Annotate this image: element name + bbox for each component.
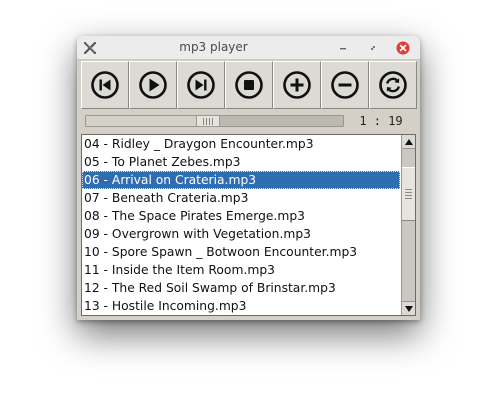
skip-previous-icon (91, 71, 119, 99)
list-item[interactable]: 04 - Ridley _ Draygon Encounter.mp3 (82, 135, 400, 153)
list-item[interactable]: 12 - The Red Soil Swamp of Brinstar.mp3 (82, 279, 400, 297)
scroll-thumb[interactable] (402, 167, 415, 221)
minimize-icon[interactable] (335, 40, 350, 55)
plus-icon (283, 71, 311, 99)
play-icon (139, 71, 167, 99)
toolbar (81, 61, 417, 109)
scroll-down-icon[interactable] (402, 301, 415, 315)
seek-slider[interactable] (85, 115, 344, 127)
minus-icon (331, 71, 359, 99)
play-button[interactable] (129, 61, 177, 109)
list-item[interactable]: 11 - Inside the Item Room.mp3 (82, 261, 400, 279)
maximize-icon[interactable] (365, 40, 380, 55)
stop-button[interactable] (225, 61, 273, 109)
scroll-up-icon[interactable] (402, 135, 415, 149)
title-bar[interactable]: mp3 player (77, 36, 420, 60)
playlist[interactable]: 04 - Ridley _ Draygon Encounter.mp3 05 - … (81, 134, 416, 316)
list-item[interactable]: 06 - Arrival on Crateria.mp3 (82, 171, 400, 189)
list-item[interactable]: 09 - Overgrown with Vegetation.mp3 (82, 225, 400, 243)
repeat-button[interactable] (369, 61, 417, 109)
playlist-items: 04 - Ridley _ Draygon Encounter.mp3 05 - … (82, 135, 400, 315)
next-button[interactable] (177, 61, 225, 109)
list-item[interactable]: 10 - Spore Spawn _ Botwoon Encounter.mp3 (82, 243, 400, 261)
skip-next-icon (187, 71, 215, 99)
mp3-player-window: mp3 player 1: 19 04 - Ridley _ Draygon … (77, 36, 420, 320)
stop-icon (235, 71, 263, 99)
add-button[interactable] (273, 61, 321, 109)
list-item[interactable]: 07 - Beneath Crateria.mp3 (82, 189, 400, 207)
list-item[interactable]: 13 - Hostile Incoming.mp3 (82, 297, 400, 315)
close-icon[interactable] (395, 40, 410, 55)
previous-button[interactable] (81, 61, 129, 109)
playlist-scrollbar[interactable] (401, 135, 415, 315)
seek-handle[interactable] (196, 115, 220, 127)
seek-fill (86, 116, 208, 126)
repeat-icon (379, 71, 407, 99)
list-item[interactable]: 05 - To Planet Zebes.mp3 (82, 153, 400, 171)
list-item[interactable]: 08 - The Space Pirates Emerge.mp3 (82, 207, 400, 225)
remove-button[interactable] (321, 61, 369, 109)
elapsed-time: 1 : 19 (359, 114, 403, 128)
seek-row: 1 : 19 (81, 113, 417, 131)
